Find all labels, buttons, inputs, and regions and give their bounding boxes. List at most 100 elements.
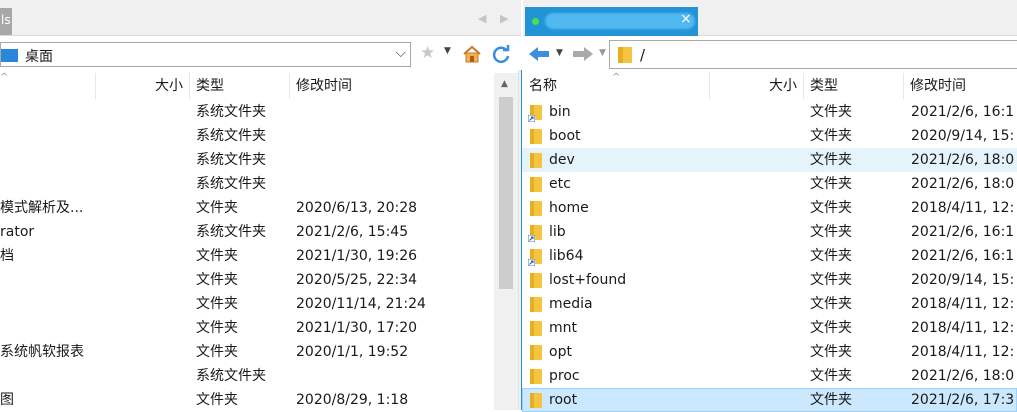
table-row[interactable]: rator 系统文件夹 2021/2/6, 15:45 — [0, 220, 494, 244]
table-row[interactable]: 系统文件夹 — [0, 364, 494, 388]
table-row[interactable]: 系统文件夹 — [0, 148, 494, 172]
table-row[interactable]: 模式解析及... 文件夹 2020/6/13, 20:28 — [0, 196, 494, 220]
table-row[interactable]: 系统文件夹 — [0, 124, 494, 148]
symlink-arrow-icon — [528, 235, 535, 242]
table-row[interactable]: dev 文件夹 2021/2/6, 18:0 — [522, 148, 1017, 172]
table-row[interactable]: 档 文件夹 2021/1/30, 19:26 — [0, 244, 494, 268]
file-modified: 2020/1/1, 19:52 — [296, 344, 409, 360]
table-row[interactable]: lost+found 文件夹 2020/9/14, 15: — [522, 268, 1017, 292]
file-type: 文件夹 — [810, 392, 852, 408]
folder-icon — [530, 369, 542, 384]
left-scrollbar[interactable]: ▲ — [494, 73, 518, 410]
left-address-text: 桌面 — [25, 49, 53, 65]
close-icon[interactable]: × — [680, 11, 692, 27]
scroll-up-icon[interactable]: ▲ — [501, 79, 508, 89]
back-arrow-icon[interactable] — [527, 44, 551, 64]
chevron-down-icon[interactable]: ▼ — [556, 48, 563, 58]
table-row[interactable]: 系统文件夹 — [0, 100, 494, 124]
chevron-down-icon[interactable]: ▼ — [444, 46, 451, 56]
table-row[interactable]: lib64 文件夹 2021/2/6, 16:1 — [522, 244, 1017, 268]
file-modified: 2020/6/13, 20:28 — [296, 200, 418, 216]
file-type: 文件夹 — [810, 104, 852, 120]
file-name: rator — [0, 224, 35, 240]
home-icon[interactable] — [462, 45, 482, 63]
file-name: proc — [549, 368, 580, 384]
file-modified: 2018/4/11, 12: — [911, 320, 1015, 336]
right-col-name-label: 名称 — [529, 78, 557, 94]
table-row[interactable]: mnt 文件夹 2018/4/11, 12: — [522, 316, 1017, 340]
table-row[interactable]: media 文件夹 2018/4/11, 12: — [522, 292, 1017, 316]
file-name: mnt — [549, 320, 577, 336]
table-row[interactable]: 文件夹 2020/5/25, 22:34 — [0, 268, 494, 292]
refresh-icon[interactable] — [490, 44, 512, 66]
scroll-thumb[interactable] — [499, 97, 513, 289]
folder-icon — [530, 177, 542, 192]
right-address-bar[interactable]: / — [609, 40, 1017, 69]
file-type: 文件夹 — [196, 392, 238, 408]
symlink-arrow-icon — [528, 259, 535, 266]
table-row[interactable]: 系统文件夹 — [0, 172, 494, 196]
file-type: 文件夹 — [810, 176, 852, 192]
file-modified: 2021/1/30, 17:20 — [296, 320, 418, 336]
table-row[interactable]: boot 文件夹 2020/9/14, 15: — [522, 124, 1017, 148]
file-type: 文件夹 — [810, 368, 852, 384]
file-modified: 2021/2/6, 16:1 — [911, 248, 1015, 264]
table-row[interactable]: 文件夹 2020/11/14, 21:24 — [0, 292, 494, 316]
table-row[interactable]: proc 文件夹 2021/2/6, 18:0 — [522, 364, 1017, 388]
file-type: 文件夹 — [810, 296, 852, 312]
file-modified: 2020/8/29, 1:18 — [296, 392, 409, 408]
file-name: root — [549, 392, 578, 408]
file-name: 图 — [0, 392, 14, 408]
desktop-folder-icon — [1, 49, 18, 62]
table-row[interactable]: opt 文件夹 2018/4/11, 12: — [522, 340, 1017, 364]
right-col-modified[interactable]: 修改时间 — [904, 73, 1017, 99]
tab-scroll-right-icon[interactable]: ▶ — [500, 12, 508, 25]
table-row[interactable]: 图 文件夹 2020/8/29, 1:18 — [0, 388, 494, 412]
file-name: etc — [549, 176, 571, 192]
file-name: lib — [549, 224, 566, 240]
right-address-text: / — [640, 46, 646, 64]
folder-icon — [530, 273, 542, 288]
folder-icon — [530, 201, 542, 216]
file-modified: 2021/2/6, 18:0 — [911, 176, 1015, 192]
left-session-tab[interactable]: ls — [0, 8, 12, 35]
file-modified: 2021/1/30, 19:26 — [296, 248, 418, 264]
forward-arrow-icon[interactable] — [571, 44, 595, 64]
file-name: lib64 — [549, 248, 584, 264]
file-type: 系统文件夹 — [196, 224, 266, 240]
chevron-down-icon[interactable]: ▼ — [599, 48, 606, 58]
left-col-size[interactable]: 大小 — [96, 73, 190, 99]
right-col-size[interactable]: 大小 — [710, 73, 804, 99]
file-type: 文件夹 — [196, 344, 238, 360]
file-type: 文件夹 — [810, 128, 852, 144]
file-modified: 2018/4/11, 12: — [911, 200, 1015, 216]
right-session-tab[interactable]: × — [525, 7, 698, 36]
file-name: home — [549, 200, 589, 216]
table-row[interactable]: bin 文件夹 2021/2/6, 16:1 — [522, 100, 1017, 124]
left-col-type[interactable]: 类型 — [190, 73, 290, 99]
file-name: boot — [549, 128, 581, 144]
table-row[interactable]: etc 文件夹 2021/2/6, 18:0 — [522, 172, 1017, 196]
left-address-bar[interactable]: 桌面 ⌵ — [0, 42, 411, 67]
file-modified: 2020/5/25, 22:34 — [296, 272, 418, 288]
right-col-name[interactable]: 名称 ^ — [522, 72, 710, 99]
folder-icon — [530, 153, 542, 168]
table-row[interactable]: home 文件夹 2018/4/11, 12: — [522, 196, 1017, 220]
file-name: dev — [549, 152, 575, 168]
tab-scroll-left-icon[interactable]: ◀ — [478, 12, 486, 25]
table-row[interactable]: lib 文件夹 2021/2/6, 16:1 — [522, 220, 1017, 244]
table-row[interactable]: root 文件夹 2021/2/6, 17:3 — [522, 388, 1017, 412]
file-modified: 2021/2/6, 18:0 — [911, 368, 1015, 384]
star-icon[interactable]: ★ — [420, 43, 435, 63]
left-tab-strip — [0, 0, 521, 36]
table-row[interactable]: 文件夹 2021/1/30, 17:20 — [0, 316, 494, 340]
left-col-modified[interactable]: 修改时间 — [290, 73, 494, 99]
chevron-down-icon[interactable]: ⌵ — [395, 45, 406, 61]
table-row[interactable]: 系统帆软报表 文件夹 2020/1/1, 19:52 — [0, 340, 494, 364]
file-type: 系统文件夹 — [196, 368, 266, 384]
left-col-name[interactable]: ^ — [0, 72, 96, 99]
folder-icon — [618, 47, 632, 63]
right-col-type[interactable]: 类型 — [804, 73, 904, 99]
file-type: 文件夹 — [810, 224, 852, 240]
file-modified: 2021/2/6, 15:45 — [296, 224, 409, 240]
